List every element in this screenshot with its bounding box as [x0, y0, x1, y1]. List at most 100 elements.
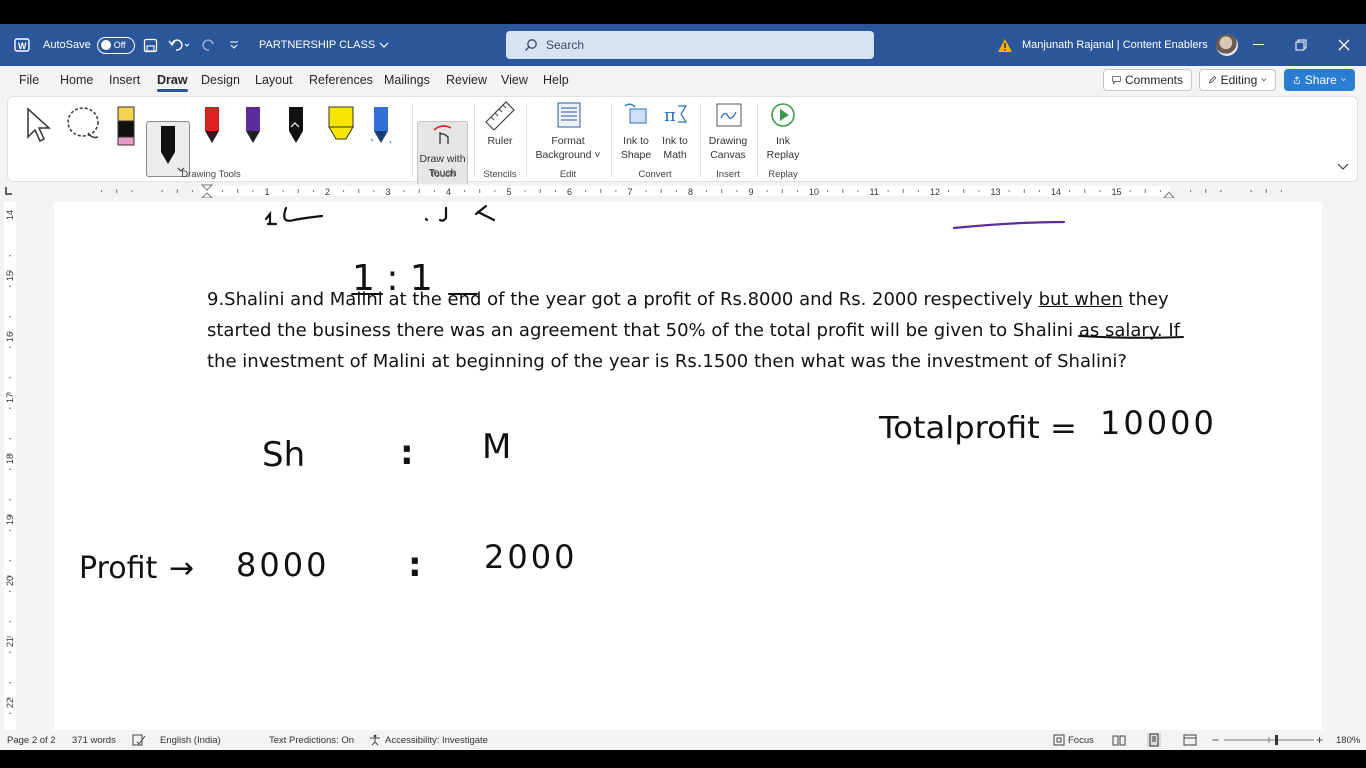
restore-button[interactable] [1280, 24, 1322, 66]
autosave-toggle[interactable]: Off [96, 36, 135, 54]
web-layout-icon[interactable] [1183, 734, 1197, 746]
ruler-tick [554, 190, 556, 192]
pen-purple-icon[interactable] [241, 105, 265, 149]
ruler-tick [9, 346, 11, 348]
group-drawing-tools: Drawing Tools [181, 169, 241, 180]
zoom-in-button[interactable]: + [1316, 733, 1323, 747]
ruler-button[interactable]: Ruler [480, 100, 520, 148]
tab-insert[interactable]: Insert [109, 73, 140, 87]
tab-design[interactable]: Design [201, 73, 240, 87]
document-page[interactable]: 9.Shalini and Malini at the end of the y… [54, 202, 1322, 740]
ruler-tick [9, 285, 11, 287]
right-indent-marker[interactable] [1163, 191, 1175, 198]
chevron-down-icon [379, 42, 389, 48]
avatar[interactable] [1215, 34, 1238, 56]
tab-draw[interactable]: Draw [157, 73, 188, 92]
pen-galaxy-icon[interactable] [368, 105, 392, 149]
focus-mode[interactable]: Focus [1068, 735, 1094, 746]
accessibility-status[interactable]: Accessibility: Investigate [385, 735, 488, 746]
word-count[interactable]: 371 words [72, 735, 116, 746]
proofing-icon[interactable] [132, 734, 146, 746]
ruler-number: 15 [1112, 187, 1122, 197]
text-predictions[interactable]: Text Predictions: On [269, 735, 354, 746]
tab-file[interactable]: File [19, 73, 39, 87]
collapse-ribbon-icon[interactable] [1337, 163, 1349, 171]
read-mode-icon[interactable] [1112, 734, 1126, 746]
pen-red-icon[interactable] [200, 105, 224, 149]
ruler-tick [161, 190, 163, 192]
ink-to-math-button[interactable]: π Ink to Math [656, 100, 694, 162]
tab-review[interactable]: Review [446, 73, 487, 87]
autosave-label: AutoSave [43, 39, 91, 51]
eraser-icon[interactable] [114, 105, 138, 149]
indent-marker[interactable] [200, 184, 214, 198]
ruler-tick [282, 190, 284, 192]
ruler-tick [131, 190, 133, 192]
group-stencils: Stencils [483, 169, 517, 180]
ruler-number: 2 [325, 187, 330, 197]
lasso-select-icon[interactable] [64, 103, 104, 147]
chevron-down-icon [1261, 78, 1267, 82]
close-button[interactable] [1323, 24, 1365, 66]
ink-profit-arrow: → [169, 551, 194, 586]
language[interactable]: English (India) [160, 735, 221, 746]
ruler-number: 6 [567, 187, 572, 197]
drawing-canvas-button[interactable]: Drawing Canvas [705, 100, 751, 162]
ruler-tick [1190, 190, 1192, 192]
minimize-button[interactable] [1238, 24, 1280, 66]
redo-icon[interactable] [201, 24, 217, 66]
vertical-ruler[interactable]: 14 15 16 17 18 19 20 21 22 [0, 202, 20, 730]
ruler-tick [796, 190, 798, 192]
warning-icon[interactable] [997, 38, 1013, 53]
tab-help[interactable]: Help [543, 73, 569, 87]
accessibility-icon[interactable] [369, 734, 381, 746]
save-icon[interactable] [143, 24, 158, 66]
user-name[interactable]: Manjunath Rajanal | Content Enablers [1022, 39, 1208, 51]
zoom-slider[interactable] [1224, 734, 1314, 746]
ruler-number: 8 [688, 187, 693, 197]
ruler-tick [585, 190, 587, 192]
ruler-tick [1265, 189, 1267, 193]
ruler-tick [615, 190, 617, 192]
ruler-number: 18 [5, 454, 15, 464]
page-count[interactable]: Page 2 of 2 [7, 735, 56, 746]
ink-replay-button[interactable]: Ink Replay [762, 100, 804, 162]
tab-layout[interactable]: Layout [255, 73, 293, 87]
tab-selector-icon[interactable] [5, 187, 12, 195]
horizontal-ruler[interactable]: 1 2 3 4 5 6 7 8 9 10 11 12 13 14 15 [0, 184, 1366, 198]
format-background-icon [557, 102, 581, 128]
word-logo-icon: W [14, 24, 30, 66]
document-title[interactable]: PARTNERSHIP CLASS [259, 24, 390, 66]
ruler-tick [1205, 189, 1207, 193]
focus-icon[interactable] [1053, 734, 1065, 746]
print-layout-icon[interactable] [1147, 733, 1161, 747]
ruler-number: 11 [870, 187, 879, 197]
ribbon-draw: Drawing Tools Draw with Touch Touch Ruler… [7, 96, 1358, 189]
ink-to-shape-button[interactable]: Ink to Shape [616, 100, 656, 162]
customize-qat-icon[interactable] [229, 24, 239, 66]
ruler-tick [9, 468, 11, 470]
highlighter-yellow-icon[interactable] [326, 105, 354, 149]
editing-mode-button[interactable]: Editing [1199, 69, 1276, 91]
chevron-down-icon [1341, 78, 1346, 82]
search-box[interactable]: Search [506, 31, 874, 59]
format-background-button[interactable]: Format Background ˅ [531, 100, 605, 162]
ruler-number: 22 [5, 698, 15, 708]
tab-view[interactable]: View [501, 73, 528, 87]
ruler-number: 16 [5, 332, 15, 342]
ruler-ticks: 14 15 16 17 18 19 20 21 22 [5, 210, 15, 714]
zoom-out-button[interactable]: − [1212, 733, 1219, 747]
ruler-tick [222, 190, 224, 192]
tab-home[interactable]: Home [60, 73, 93, 87]
comments-button[interactable]: Comments [1103, 69, 1192, 91]
pen-black-icon[interactable] [284, 105, 308, 149]
group-insert: Insert [716, 169, 740, 180]
ruler-tick [1220, 190, 1222, 192]
ink-layer[interactable]: 1 : 1 Sh : M Totalprofit = 10000 Profit … [54, 202, 1322, 740]
tab-mailings[interactable]: Mailings [384, 73, 430, 87]
select-tool-icon[interactable] [24, 103, 54, 147]
tab-references[interactable]: References [309, 73, 373, 87]
undo-icon[interactable] [168, 24, 190, 66]
zoom-level[interactable]: 180% [1336, 735, 1360, 746]
share-button[interactable]: Share [1284, 69, 1355, 91]
